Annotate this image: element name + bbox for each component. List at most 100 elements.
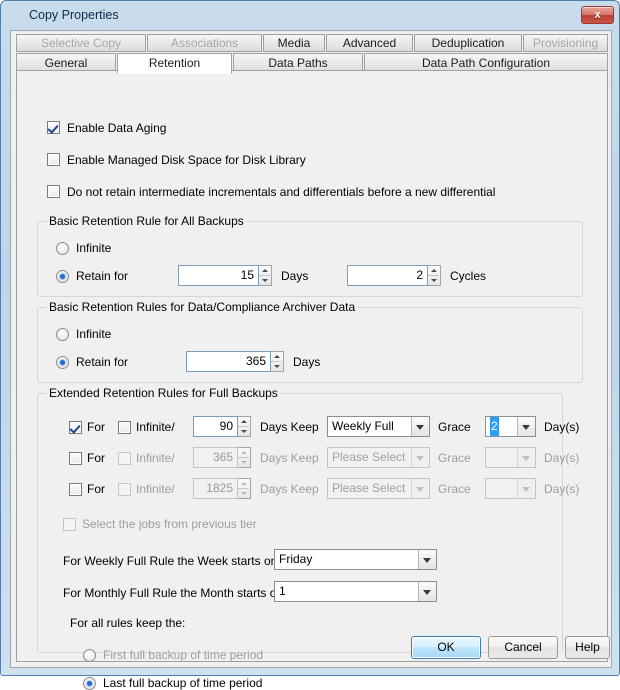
combo-extended-keep-2: Please Select [327,447,430,468]
combo-extended-keep-3-value: Please Select [332,479,405,498]
label-extended-days-keep-3: Days Keep [260,482,319,496]
group-extended-retention: Extended Retention Rules for Full Backup… [37,393,563,653]
radio-archiver-retain-for[interactable] [56,356,69,369]
spinner-up-icon[interactable] [271,352,282,362]
radio-basic-all-retain-for[interactable] [56,270,69,283]
dialog-window: Copy Properties x Selective Copy Associa… [0,0,620,676]
chevron-down-icon[interactable] [418,582,436,601]
combo-extended-keep-1-value: Weekly Full [332,417,394,436]
checkbox-extended-infinite-2 [118,452,131,465]
label-archiver-days: Days [293,355,320,369]
checkbox-do-not-retain-intermediate[interactable] [47,185,60,198]
input-basic-all-cycles[interactable]: 2 [347,265,428,286]
radio-archiver-infinite[interactable] [56,328,69,341]
checkbox-extended-for-3[interactable] [69,483,82,496]
group-title-basic-retention-all-backups: Basic Retention Rule for All Backups [46,214,247,228]
tab-advanced[interactable]: Advanced [326,34,413,52]
tab-associations[interactable]: Associations [147,34,262,52]
combo-extended-keep-1[interactable]: Weekly Full [327,416,430,437]
spinner-down-icon[interactable] [238,427,249,436]
label-basic-all-retain-for: Retain for [76,269,128,283]
label-extended-grace-1: Grace [438,420,471,434]
label-for-all-rules-keep: For all rules keep the: [70,616,185,630]
input-extended-days-1[interactable]: 90 [193,416,238,437]
input-extended-days-2: 365 [193,447,238,468]
checkbox-extended-infinite-1[interactable] [118,421,131,434]
checkbox-extended-for-1[interactable] [69,421,82,434]
group-title-basic-retention-archiver: Basic Retention Rules for Data/Complianc… [46,300,358,314]
spinner-down-icon [238,489,249,498]
close-button[interactable]: x [581,6,614,24]
group-basic-retention-archiver: Basic Retention Rules for Data/Complianc… [37,307,583,383]
title-bar: Copy Properties x [1,1,620,30]
label-archiver-infinite: Infinite [76,327,111,341]
spinner-archiver-days[interactable] [271,351,284,372]
radio-first-full-backup[interactable] [83,649,96,662]
spinner-up-icon[interactable] [428,266,439,276]
chevron-down-icon [517,479,535,498]
combo-extended-keep-2-value: Please Select [332,448,405,467]
checkbox-extended-infinite-3 [118,483,131,496]
radio-basic-all-infinite[interactable] [56,242,69,255]
tab-deduplication[interactable]: Deduplication [414,34,522,52]
help-button[interactable]: Help [565,636,610,659]
tab-strip: Selective Copy Associations Media Advanc… [16,34,608,74]
label-week-starts-on: For Weekly Full Rule the Week starts on: [63,554,281,568]
spinner-extended-days-1[interactable] [238,416,251,437]
combo-week-starts-on[interactable]: Friday [274,549,437,570]
chevron-down-icon[interactable] [411,417,429,436]
chevron-down-icon[interactable] [517,417,535,436]
spinner-extended-days-3 [238,478,251,499]
label-month-starts-on: For Monthly Full Rule the Month starts o… [63,586,286,600]
close-icon: x [582,7,613,23]
label-last-full-backup: Last full backup of time period [103,676,262,690]
label-extended-infinite-2: Infinite/ [136,451,175,465]
combo-extended-grace-2 [485,447,536,468]
spinner-up-icon [238,479,249,489]
label-extended-grace-2: Grace [438,451,471,465]
retention-tab-panel: Enable Data Aging Enable Managed Disk Sp… [16,70,608,662]
spinner-down-icon[interactable] [428,276,439,285]
tab-media[interactable]: Media [263,34,325,52]
checkbox-extended-for-2[interactable] [69,452,82,465]
checkbox-enable-data-aging[interactable] [47,121,60,134]
spinner-basic-all-days[interactable] [259,265,272,286]
label-enable-data-aging: Enable Data Aging [67,121,166,135]
label-basic-all-infinite: Infinite [76,241,111,255]
checkbox-enable-managed-disk-space[interactable] [47,153,60,166]
combo-extended-grace-1[interactable]: 2 [485,416,536,437]
combo-extended-grace-3 [485,478,536,499]
spinner-basic-all-cycles[interactable] [428,265,441,286]
cancel-button[interactable]: Cancel [488,636,558,659]
tab-provisioning[interactable]: Provisioning [523,34,608,52]
combo-month-starts-on[interactable]: 1 [274,581,437,602]
chevron-down-icon [517,448,535,467]
label-extended-for-1: For [87,420,105,434]
dialog-client-area: Selective Copy Associations Media Advanc… [10,30,612,668]
combo-extended-keep-3: Please Select [327,478,430,499]
input-archiver-days[interactable]: 365 [186,351,271,372]
tab-selective-copy[interactable]: Selective Copy [16,34,146,52]
input-extended-days-3: 1825 [193,478,238,499]
spinner-down-icon[interactable] [259,276,270,285]
ok-button[interactable]: OK [411,636,481,659]
label-extended-grace-3: Grace [438,482,471,496]
window-title: Copy Properties [29,8,119,22]
spinner-down-icon [238,458,249,467]
chevron-down-icon[interactable] [418,550,436,569]
radio-last-full-backup[interactable] [83,677,96,690]
label-extended-days-s-3: Day(s) [544,482,579,496]
label-extended-for-2: For [87,451,105,465]
group-title-extended-retention: Extended Retention Rules for Full Backup… [46,386,281,400]
tab-retention[interactable]: Retention [117,53,232,74]
spinner-up-icon[interactable] [238,417,249,427]
spinner-up-icon[interactable] [259,266,270,276]
label-enable-managed-disk-space: Enable Managed Disk Space for Disk Libra… [67,153,306,167]
spinner-up-icon [238,448,249,458]
group-basic-retention-all-backups: Basic Retention Rule for All Backups Inf… [37,221,583,297]
input-basic-all-days[interactable]: 15 [178,265,259,286]
checkbox-select-jobs-previous-tier [63,518,76,531]
spinner-down-icon[interactable] [271,362,282,371]
label-extended-days-keep-2: Days Keep [260,451,319,465]
label-do-not-retain-intermediate: Do not retain intermediate incrementals … [67,185,495,199]
